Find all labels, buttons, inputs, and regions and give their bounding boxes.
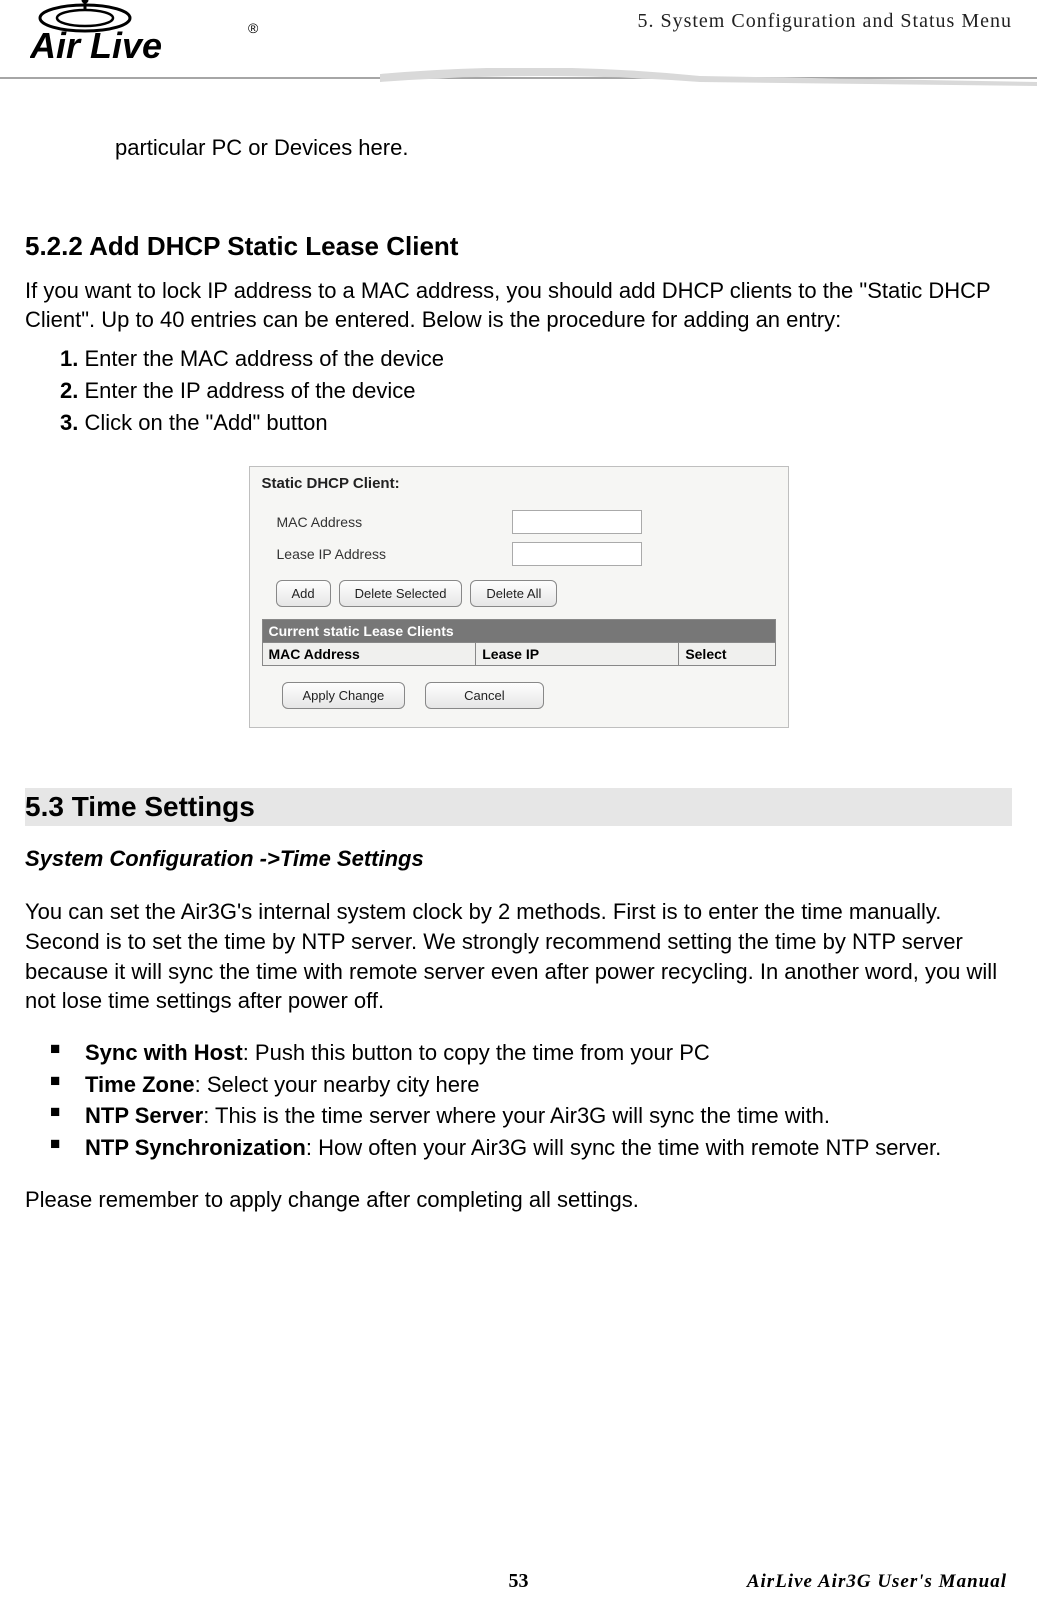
mac-input[interactable]	[512, 510, 642, 534]
section-522-heading: 5.2.2 Add DHCP Static Lease Client	[25, 231, 1012, 262]
step-item: 3. Click on the "Add" button	[60, 410, 1012, 436]
add-button[interactable]: Add	[276, 580, 331, 607]
svg-text:®: ®	[248, 20, 259, 36]
action-buttons-row: Add Delete Selected Delete All	[276, 580, 776, 607]
mac-label: MAC Address	[262, 514, 502, 530]
table-caption: Current static Lease Clients	[262, 619, 776, 642]
section-53-intro: You can set the Air3G's internal system …	[25, 897, 1012, 1016]
lease-table: MAC Address Lease IP Select	[262, 642, 776, 666]
carryover-text: particular PC or Devices here.	[115, 135, 1012, 161]
static-dhcp-panel: Static DHCP Client: MAC Address Lease IP…	[249, 466, 789, 728]
apply-row: Apply Change Cancel	[282, 682, 776, 709]
breadcrumb-path: System Configuration ->Time Settings	[25, 846, 1012, 872]
page-content: particular PC or Devices here. 5.2.2 Add…	[0, 90, 1037, 1214]
bullet-item: Time Zone: Select your nearby city here	[50, 1070, 1012, 1100]
delete-selected-button[interactable]: Delete Selected	[339, 580, 463, 607]
chapter-title: 5. System Configuration and Status Menu	[637, 10, 1012, 33]
page-header: Air Live ® 5. System Configuration and S…	[0, 0, 1037, 90]
section-522-intro: If you want to lock IP address to a MAC …	[25, 277, 1012, 334]
mac-input-row: MAC Address	[262, 510, 776, 534]
th-lease: Lease IP	[476, 643, 679, 666]
bullet-item: NTP Server: This is the time server wher…	[50, 1101, 1012, 1131]
th-select: Select	[679, 643, 775, 666]
section-53-heading: 5.3 Time Settings	[25, 788, 1012, 826]
apply-change-button[interactable]: Apply Change	[282, 682, 406, 709]
header-rule-graphic	[0, 68, 1037, 98]
leaseip-input[interactable]	[512, 542, 642, 566]
cancel-button[interactable]: Cancel	[425, 682, 543, 709]
page-footer: 53 AirLive Air3G User's Manual	[0, 1571, 1037, 1593]
steps-list: 1. Enter the MAC address of the device 2…	[60, 346, 1012, 436]
panel-title: Static DHCP Client:	[262, 475, 776, 492]
screenshot-panel-wrap: Static DHCP Client: MAC Address Lease IP…	[25, 466, 1012, 728]
step-item: 2. Enter the IP address of the device	[60, 378, 1012, 404]
leaseip-label: Lease IP Address	[262, 546, 502, 562]
airlive-logo: Air Live ®	[30, 0, 270, 75]
section-53-closing: Please remember to apply change after co…	[25, 1185, 1012, 1215]
leaseip-input-row: Lease IP Address	[262, 542, 776, 566]
lease-table-panel: Current static Lease Clients MAC Address…	[262, 619, 776, 666]
bullet-item: NTP Synchronization: How often your Air3…	[50, 1133, 1012, 1163]
bullet-list: Sync with Host: Push this button to copy…	[50, 1038, 1012, 1163]
step-item: 1. Enter the MAC address of the device	[60, 346, 1012, 372]
footer-manual-title: AirLive Air3G User's Manual	[747, 1571, 1007, 1593]
th-mac: MAC Address	[262, 643, 476, 666]
delete-all-button[interactable]: Delete All	[470, 580, 557, 607]
bullet-item: Sync with Host: Push this button to copy…	[50, 1038, 1012, 1068]
page-number: 53	[509, 1570, 529, 1593]
svg-text:Air Live: Air Live	[30, 25, 162, 66]
